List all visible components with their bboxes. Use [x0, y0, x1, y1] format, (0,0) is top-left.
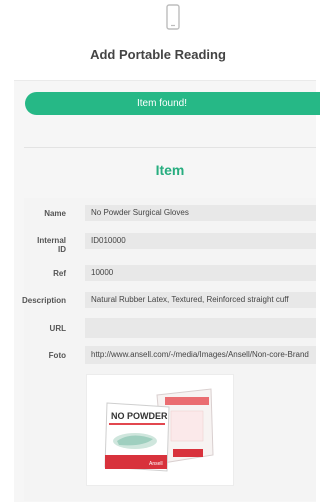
ansell-brand-text: Ansell	[149, 461, 163, 467]
divider	[24, 147, 316, 148]
url-label: URL	[49, 324, 66, 333]
page-title: Add Portable Reading	[90, 47, 226, 62]
foto-field[interactable]: http://www.ansell.com/-/media/Images/Ans…	[85, 346, 316, 364]
ref-row: Ref 10000	[24, 265, 316, 281]
internal-id-field[interactable]: ID010000	[85, 233, 316, 249]
ref-label: Ref	[53, 269, 66, 278]
internal-id-label: Internal ID	[6, 236, 66, 254]
name-row: Name No Powder Surgical Gloves	[24, 205, 316, 221]
description-label: Description	[21, 296, 66, 305]
foto-label: Foto	[48, 351, 66, 360]
description-field[interactable]: Natural Rubber Latex, Textured, Reinforc…	[85, 292, 316, 308]
alert-message: Item found!	[136, 98, 188, 109]
glove-box-illustration: NO POWDER Ansell	[104, 388, 214, 472]
internal-id-label-line1: Internal	[37, 236, 66, 245]
foto-row: Foto http://www.ansell.com/-/media/Image…	[24, 346, 316, 364]
internal-id-label-line2: ID	[58, 245, 66, 254]
internal-id-row: Internal ID ID010000	[24, 233, 316, 257]
success-alert: Item found!	[25, 92, 320, 115]
name-field[interactable]: No Powder Surgical Gloves	[85, 205, 316, 221]
product-image: NO POWDER Ansell	[86, 374, 234, 486]
url-row: URL	[24, 318, 316, 338]
page-header: Add Portable Reading	[0, 0, 316, 76]
name-label: Name	[44, 209, 66, 218]
smartphone-icon	[166, 4, 180, 30]
ref-field[interactable]: 10000	[85, 265, 316, 281]
url-field[interactable]	[85, 318, 316, 338]
box-brand-text: NO POWDER	[111, 411, 168, 421]
description-row: Description Natural Rubber Latex, Textur…	[22, 292, 316, 308]
section-title: Item	[155, 162, 185, 178]
